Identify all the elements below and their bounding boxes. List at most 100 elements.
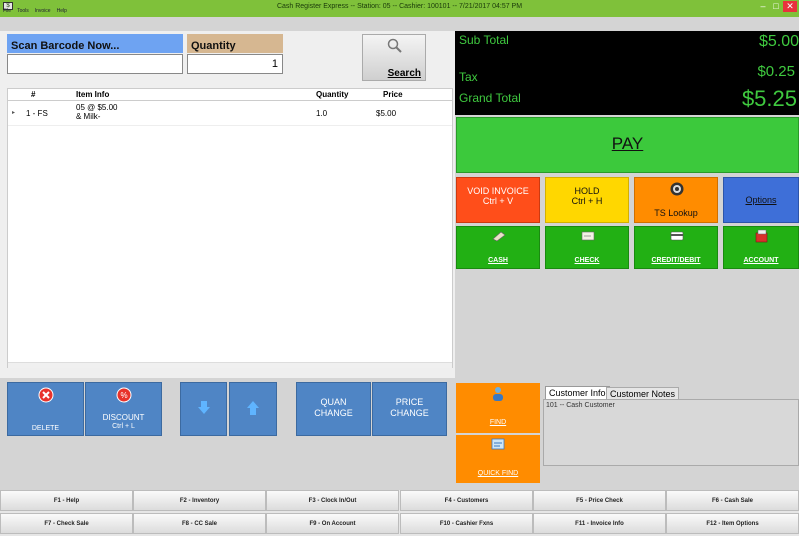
hold-label: HOLD <box>574 186 600 196</box>
delete-icon <box>38 387 54 403</box>
void-shortcut: Ctrl + V <box>482 196 514 206</box>
ts-lookup-button[interactable]: TS Lookup <box>634 177 718 223</box>
quick-find-label: QUICK FIND <box>477 470 519 477</box>
arrow-down-icon <box>198 401 210 414</box>
check-icon <box>581 231 595 241</box>
fkey-f10[interactable]: F10 - Cashier Fxns <box>400 513 533 534</box>
menu-bar: File Tools Invoice Help <box>0 8 70 17</box>
fkey-f2[interactable]: F2 - Inventory <box>133 490 266 511</box>
touchscreen-icon <box>670 182 684 196</box>
options-label: Options <box>745 195 777 205</box>
discount-icon: % <box>116 387 132 403</box>
check-button[interactable]: CHECK <box>545 226 629 269</box>
minimize-button[interactable]: – <box>757 1 769 12</box>
customer-panel: Customer Info Customer Notes 101 -- Cash… <box>543 385 799 486</box>
col-quantity: Quantity <box>316 90 349 99</box>
scroll-up-button[interactable] <box>229 382 277 436</box>
cash-label: CASH <box>488 257 508 264</box>
ts-lookup-label: TS Lookup <box>654 208 698 218</box>
hold-button[interactable]: HOLD Ctrl + H <box>545 177 629 223</box>
void-label: VOID INVOICE <box>467 186 529 196</box>
scan-barcode-label: Scan Barcode Now... <box>11 40 120 52</box>
fkey-f9[interactable]: F9 - On Account <box>266 513 399 534</box>
person-search-icon <box>493 387 503 401</box>
price-label-line1: PRICE <box>395 397 424 407</box>
scan-barcode-header: Scan Barcode Now... <box>7 34 183 53</box>
scroll-down-button[interactable] <box>180 382 227 436</box>
fkey-f8[interactable]: F8 - CC Sale <box>133 513 266 534</box>
col-price: Price <box>383 90 403 99</box>
credit-card-icon <box>670 231 684 241</box>
arrow-up-icon <box>247 401 259 415</box>
menu-file[interactable]: File <box>3 8 11 14</box>
cash-icon <box>492 231 506 242</box>
subtotal-value: $5.00 <box>758 33 799 50</box>
col-num: # <box>31 90 36 99</box>
row-info-line1: 05 @ $5.00 <box>76 103 118 112</box>
tax-value: $0.25 <box>757 63 795 80</box>
fkey-f6[interactable]: F6 - Cash Sale <box>666 490 799 511</box>
quantity-input[interactable] <box>187 54 283 74</box>
credit-debit-label: CREDIT/DEBIT <box>651 257 701 264</box>
totals-panel: Sub Total $5.00 Tax $0.25 Grand Total $5… <box>455 31 799 115</box>
table-row[interactable]: ▸ 1 - FS 05 @ $5.00 & Milk- 1.0 $5.00 <box>8 102 452 126</box>
pay-button[interactable]: PAY <box>456 117 799 173</box>
tab-customer-info[interactable]: Customer Info <box>545 386 610 399</box>
discount-button[interactable]: % DISCOUNT Ctrl + L <box>85 382 162 436</box>
quantity-change-button[interactable]: QUAN CHANGE <box>296 382 371 436</box>
pay-label: PAY <box>611 134 644 153</box>
barcode-input[interactable] <box>7 54 183 74</box>
tab-customer-notes[interactable]: Customer Notes <box>606 387 680 399</box>
hold-shortcut: Ctrl + H <box>571 196 603 206</box>
void-invoice-button[interactable]: VOID INVOICE Ctrl + V <box>456 177 540 223</box>
cash-button[interactable]: CASH <box>456 226 540 269</box>
price-change-button[interactable]: PRICE CHANGE <box>372 382 447 436</box>
title-bar: $ Cash Register Express -- Station: 05 -… <box>0 0 799 17</box>
search-button[interactable]: Search <box>362 34 426 81</box>
tax-label: Tax <box>459 70 478 84</box>
account-button[interactable]: ACCOUNT <box>723 226 799 269</box>
delete-button[interactable]: DELETE <box>7 382 84 436</box>
row-num: 1 - FS <box>26 109 48 118</box>
restore-button[interactable]: □ <box>770 1 782 12</box>
col-item-info: Item Info <box>76 90 110 99</box>
table-header: # Item Info Quantity Price <box>8 89 452 101</box>
delete-label: DELETE <box>31 425 60 432</box>
find-label: FIND <box>489 419 507 426</box>
subtotal-label: Sub Total <box>459 33 509 47</box>
id-card-icon <box>491 438 505 450</box>
quantity-header: Quantity <box>187 34 283 53</box>
row-selector-icon: ▸ <box>12 110 16 116</box>
svg-text:%: % <box>120 391 127 400</box>
horizontal-scrollbar[interactable] <box>8 362 452 368</box>
fkey-f11[interactable]: F11 - Invoice Info <box>533 513 666 534</box>
items-table: # Item Info Quantity Price ▸ 1 - FS 05 @… <box>7 88 453 368</box>
quick-find-button[interactable]: QUICK FIND <box>456 435 540 483</box>
fkey-f1[interactable]: F1 - Help <box>0 490 133 511</box>
quan-label-line2: CHANGE <box>314 408 353 418</box>
options-button[interactable]: Options <box>723 177 799 223</box>
credit-debit-button[interactable]: CREDIT/DEBIT <box>634 226 718 269</box>
magnifier-icon <box>387 38 402 53</box>
menu-invoice[interactable]: Invoice <box>35 8 51 14</box>
customer-text: 101 -- Cash Customer <box>546 402 615 409</box>
discount-shortcut: Ctrl + L <box>112 423 135 430</box>
fkey-f12[interactable]: F12 - Item Options <box>666 513 799 534</box>
grand-total-value: $5.25 <box>741 86 797 111</box>
grand-total-label: Grand Total <box>459 91 521 105</box>
quantity-label: Quantity <box>191 40 236 52</box>
find-button[interactable]: FIND <box>456 383 540 433</box>
menu-help[interactable]: Help <box>57 8 67 14</box>
row-info-line2: & Milk- <box>76 112 101 121</box>
fkey-f5[interactable]: F5 - Price Check <box>533 490 666 511</box>
account-icon <box>755 229 768 243</box>
fkey-f7[interactable]: F7 - Check Sale <box>0 513 133 534</box>
close-button[interactable]: ✕ <box>783 1 797 12</box>
search-label: Search <box>387 68 421 79</box>
quan-label-line1: QUAN <box>320 397 347 407</box>
fkey-f3[interactable]: F3 - Clock In/Out <box>266 490 399 511</box>
window-title: Cash Register Express -- Station: 05 -- … <box>276 3 523 10</box>
fkey-f4[interactable]: F4 - Customers <box>400 490 533 511</box>
check-label: CHECK <box>574 257 600 264</box>
menu-tools[interactable]: Tools <box>17 8 29 14</box>
